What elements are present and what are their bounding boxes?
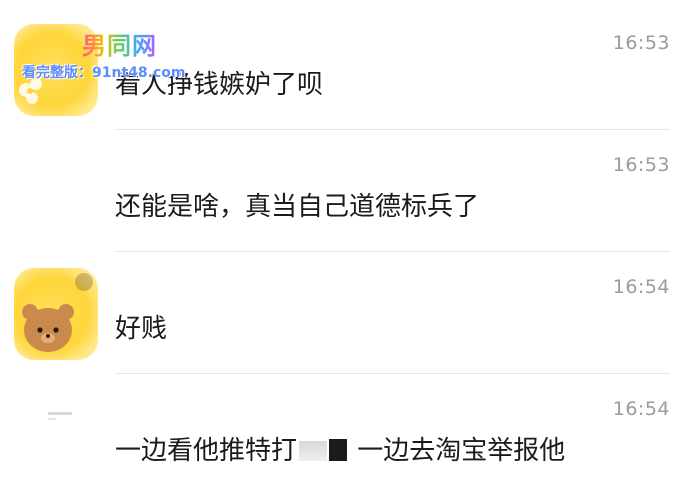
message-text[interactable]: 一边看他推特打 一边去淘宝举报他	[115, 430, 565, 467]
redaction-mark	[299, 441, 328, 461]
redaction-mark	[329, 439, 348, 461]
avatar[interactable]	[14, 390, 98, 482]
watermark-url: 看完整版：91nt48.com	[22, 65, 186, 81]
message-text[interactable]: 还能是啥，真当自己道德标兵了	[115, 186, 479, 223]
message-text[interactable]: 好贱	[115, 308, 167, 345]
watermark: 男同网 看完整版：91nt48.com	[22, 26, 252, 86]
divider	[115, 251, 670, 252]
message-timestamp: 16:53	[612, 154, 670, 176]
message-timestamp: 16:54	[612, 276, 670, 298]
message-timestamp: 16:53	[612, 32, 670, 54]
message-timestamp: 16:54	[612, 398, 670, 420]
chat-message-item[interactable]: 16:54 一边看他推特打 一边去淘宝举报他	[0, 376, 700, 496]
divider	[115, 373, 670, 374]
divider	[115, 129, 670, 130]
avatar[interactable]	[14, 268, 98, 360]
chat-message-item[interactable]: 16:54 好贱	[0, 254, 700, 374]
message-text-part: 一边看他推特打	[115, 436, 298, 466]
chat-list: 16:53 看人挣钱嫉妒了呗 16:53 还能是啥，真当自己道德标兵了 16:5…	[0, 0, 700, 500]
bear-avatar-icon	[22, 273, 93, 352]
avatar-placeholder-icon	[48, 412, 72, 420]
chat-message-item[interactable]: 16:53 还能是啥，真当自己道德标兵了	[0, 132, 700, 252]
watermark-title: 男同网	[82, 26, 157, 61]
message-text-part: 一边去淘宝举报他	[357, 436, 566, 466]
